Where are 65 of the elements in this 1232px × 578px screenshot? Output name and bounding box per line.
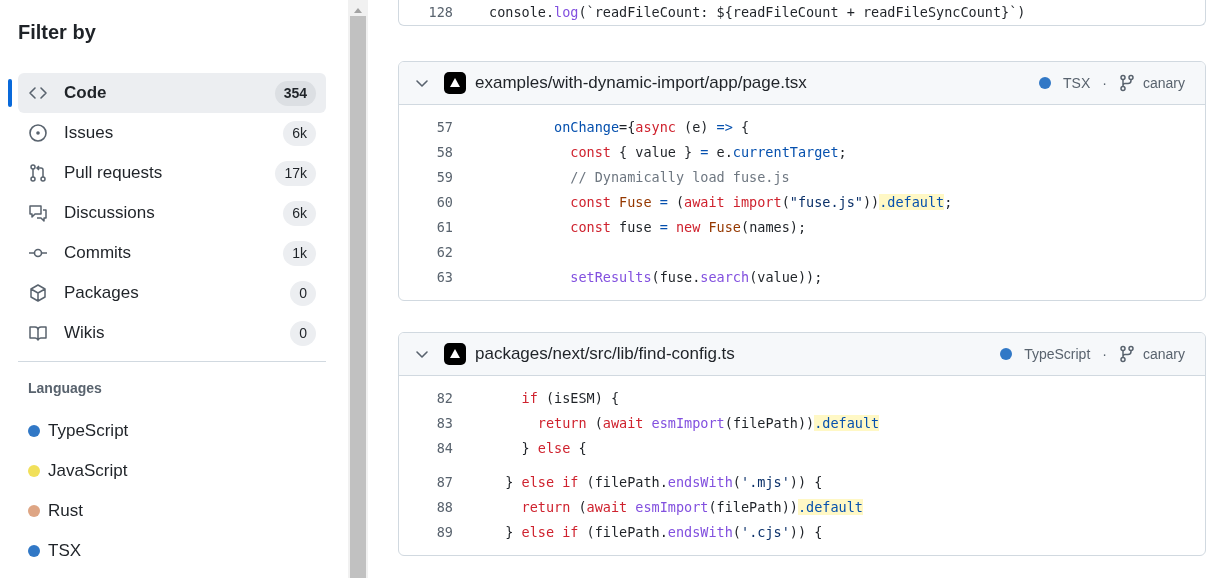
code-line: const Fuse = (await import("fuse.js")).default; bbox=[569, 193, 953, 212]
line-number: 89 bbox=[435, 523, 454, 542]
line-number: 128 bbox=[427, 3, 454, 22]
line-number: 57 bbox=[435, 118, 454, 137]
filter-item[interactable]: Pull requests 17k bbox=[18, 153, 326, 193]
filter-item[interactable]: Discussions 6k bbox=[18, 193, 326, 233]
result-count: 6k bbox=[283, 120, 316, 146]
filter-title: Filter by bbox=[18, 20, 97, 44]
code-line: } else { bbox=[520, 439, 587, 458]
languages-heading: Languages bbox=[28, 379, 103, 398]
line-number: 82 bbox=[435, 389, 454, 408]
scrollbar[interactable] bbox=[348, 0, 368, 578]
separator-dot: · bbox=[1102, 344, 1107, 364]
code-line: } else if (filePath.endsWith('.mjs')) { bbox=[504, 473, 823, 492]
triangle-logo-icon bbox=[444, 72, 466, 94]
code-line: console.log(`readFileCount: ${readFileCount + readFileSyncCount}`) bbox=[488, 3, 1026, 22]
line-number: 62 bbox=[435, 243, 454, 262]
language-filter[interactable]: TSX bbox=[18, 531, 326, 571]
result-count: 17k bbox=[275, 160, 316, 186]
cube-icon bbox=[28, 283, 48, 303]
line-number: 61 bbox=[435, 218, 454, 237]
pull-request-icon bbox=[28, 163, 48, 183]
book-icon bbox=[28, 323, 48, 343]
line-number: 83 bbox=[435, 414, 454, 433]
line-number: 88 bbox=[435, 498, 454, 517]
language-name: TypeScript bbox=[1024, 344, 1091, 364]
code-line: if (isESM) { bbox=[520, 389, 620, 408]
speech-bubbles-icon bbox=[28, 203, 48, 223]
file-path-link[interactable]: examples/with-dynamic-import/app/page.tsx bbox=[475, 70, 1040, 96]
result-count: 6k bbox=[283, 200, 316, 226]
branch-icon bbox=[1118, 345, 1135, 363]
code-line: return (await esmImport(filePath)).default bbox=[520, 498, 863, 517]
language-filter[interactable]: TypeScript bbox=[18, 411, 326, 451]
line-number: 60 bbox=[435, 193, 454, 212]
language-filter[interactable]: JavaScript bbox=[18, 451, 326, 491]
code-line: onChange={async (e) => { bbox=[553, 118, 750, 137]
code-line: setResults(fuse.search(value)); bbox=[569, 268, 823, 287]
result-count: 354 bbox=[274, 80, 316, 106]
line-number: 59 bbox=[435, 168, 454, 187]
separator-dot: · bbox=[1102, 73, 1107, 93]
filter-item[interactable]: Wikis 0 bbox=[18, 313, 326, 353]
selection-bar bbox=[8, 79, 12, 107]
triangle-logo-icon bbox=[444, 343, 466, 365]
language-filter[interactable]: Rust bbox=[18, 491, 326, 531]
code-line: return (await esmImport(filePath)).default bbox=[536, 414, 880, 433]
issue-icon bbox=[28, 123, 48, 143]
language-name: TSX bbox=[1063, 73, 1091, 93]
code-line: } else if (filePath.endsWith('.cjs')) { bbox=[504, 523, 823, 542]
filter-item[interactable]: Packages 0 bbox=[18, 273, 326, 313]
branch-icon bbox=[1118, 74, 1135, 92]
result-count: 1k bbox=[283, 240, 316, 266]
branch-name: canary bbox=[1142, 344, 1185, 364]
filter-item[interactable]: Commits 1k bbox=[18, 233, 326, 273]
result-count: 0 bbox=[290, 320, 316, 346]
branch-name: canary bbox=[1142, 73, 1185, 93]
code-line: const { value } = e.currentTarget; bbox=[569, 143, 847, 162]
result-count: 0 bbox=[290, 280, 316, 306]
filter-item[interactable]: Issues 6k bbox=[18, 113, 326, 153]
line-number: 63 bbox=[435, 268, 454, 287]
code-line: const fuse = new Fuse(names); bbox=[569, 218, 807, 237]
line-number: 58 bbox=[435, 143, 454, 162]
line-number: 87 bbox=[435, 473, 454, 492]
file-path-link[interactable]: packages/next/src/lib/find-config.ts bbox=[475, 341, 1001, 367]
code-line: // Dynamically load fuse.js bbox=[569, 168, 790, 187]
line-number: 84 bbox=[435, 439, 454, 458]
